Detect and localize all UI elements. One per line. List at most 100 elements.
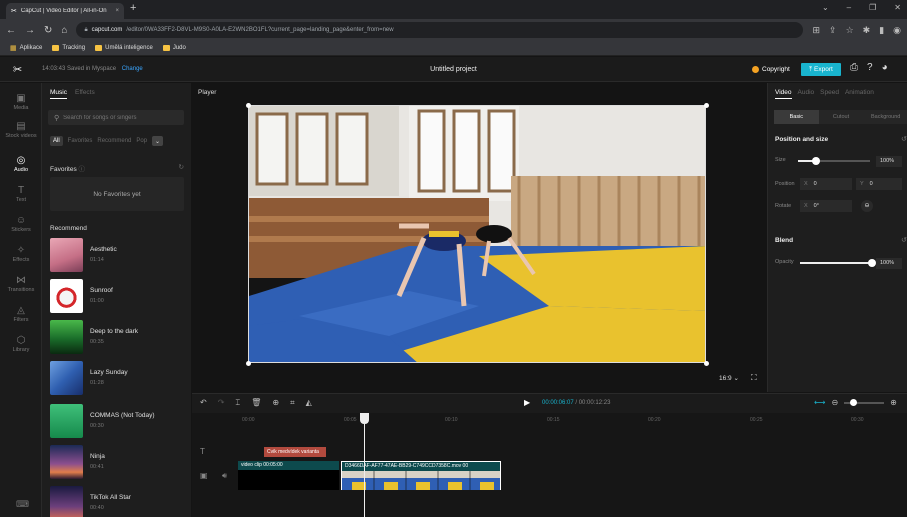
reset-icon[interactable]: ↺	[901, 135, 907, 143]
reset-icon[interactable]: ↺	[901, 236, 907, 244]
resize-handle-br[interactable]	[704, 361, 709, 366]
bookmark-folder-ai[interactable]: Umělá inteligence	[95, 45, 153, 51]
export-button[interactable]: ⤒ Export	[801, 63, 841, 76]
crop-icon[interactable]: ⌗	[290, 398, 295, 408]
keyboard-icon[interactable]: ⌨	[16, 499, 29, 510]
delete-icon[interactable]: 🗑︎	[251, 398, 261, 408]
help-icon[interactable]: ?	[867, 62, 873, 73]
redo-icon[interactable]: ↷	[218, 398, 225, 408]
undo-icon[interactable]: ↶	[200, 398, 207, 408]
video-preview[interactable]	[248, 105, 706, 363]
freeze-icon[interactable]: ⊕	[272, 398, 279, 408]
bookmark-folder-tracking[interactable]: Tracking	[52, 45, 85, 51]
zoom-slider[interactable]	[844, 398, 885, 406]
filter-favorites[interactable]: Favorites	[68, 138, 93, 144]
subtab-background[interactable]: Background	[863, 110, 907, 124]
copyright-button[interactable]: Copyright	[748, 63, 794, 76]
bookmark-apps[interactable]: ▦ Aplikace	[10, 44, 42, 52]
song-item[interactable]: Lazy Sunday 01:28	[50, 361, 184, 395]
song-item[interactable]: TikTok All Star 00:40	[50, 486, 184, 517]
rotate-input[interactable]: X 0°	[800, 200, 852, 212]
reload-icon[interactable]: ↻	[44, 25, 52, 36]
tab-music[interactable]: Music	[50, 89, 67, 99]
music-search-input[interactable]	[63, 114, 174, 121]
rail-stock-videos[interactable]: ▤ Stock videos	[0, 121, 42, 140]
opacity-slider-knob[interactable]	[868, 259, 876, 267]
rail-text[interactable]: T Text	[0, 185, 42, 204]
minimize-icon[interactable]: –	[847, 3, 851, 12]
song-item[interactable]: Deep to the dark 00:35	[50, 320, 184, 354]
rail-media[interactable]: ▣ Media	[0, 93, 42, 112]
rail-transitions[interactable]: ⋈ Transitions	[0, 275, 42, 294]
rotate-dial-icon[interactable]: ⊖	[861, 200, 873, 212]
bookmark-folder-judo[interactable]: Judo	[162, 45, 186, 51]
tab-audio[interactable]: Audio	[798, 89, 815, 99]
playhead-line[interactable]	[364, 413, 365, 517]
star-icon[interactable]: ☆	[846, 25, 854, 36]
change-space-link[interactable]: Change	[122, 66, 143, 72]
refresh-icon[interactable]: ↻	[179, 163, 184, 173]
rail-audio[interactable]: ◎ Audio	[0, 155, 42, 174]
zoom-in-icon[interactable]: ⊕	[890, 398, 897, 407]
user-avatar[interactable]: ◕	[882, 62, 888, 73]
translate-icon[interactable]: ⊞	[812, 25, 820, 36]
close-window-icon[interactable]: ✕	[894, 3, 901, 12]
play-button[interactable]: ▶	[524, 398, 530, 407]
rail-library[interactable]: ⬡ Library	[0, 335, 42, 354]
aspect-ratio-select[interactable]: 16:9 ⌄	[719, 374, 739, 382]
filter-more-chevron-icon[interactable]: ⌄	[152, 136, 164, 146]
size-value[interactable]: 100%	[876, 156, 902, 167]
size-slider[interactable]	[798, 157, 870, 165]
filter-pop[interactable]: Pop	[136, 138, 147, 144]
tab-close-icon[interactable]: ×	[115, 8, 119, 14]
subtab-cutout[interactable]: Cutout	[819, 110, 864, 124]
tab-speed[interactable]: Speed	[820, 89, 839, 99]
filter-all[interactable]: All	[50, 136, 63, 146]
tab-video[interactable]: Video	[775, 89, 792, 99]
browser-tab[interactable]: ✂ CapCut | Video Editor | All-in-On ×	[6, 3, 124, 19]
tab-animation[interactable]: Animation	[845, 89, 874, 99]
snap-icon[interactable]: ⟷	[814, 398, 825, 407]
back-icon[interactable]: ←	[6, 25, 16, 36]
url-field[interactable]: 🔒︎ capcut.com/editor/0WA33FF2-D8VL-M9S0-…	[76, 22, 804, 38]
tab-effects[interactable]: Effects	[75, 89, 95, 99]
song-item[interactable]: Aesthetic 01:14	[50, 238, 184, 272]
rail-filters[interactable]: ◬ Filters	[0, 305, 42, 324]
position-x-input[interactable]: X 0	[800, 178, 852, 190]
video-clip-2[interactable]: D3466DAF-AF77-47AE-BB29-C749CCD7358C.mov…	[341, 461, 501, 490]
print-icon[interactable]: ⎙	[850, 62, 858, 73]
subtab-basic[interactable]: Basic	[774, 110, 819, 124]
song-item[interactable]: Sunroof 01:00	[50, 279, 184, 313]
resize-handle-tl[interactable]	[246, 103, 251, 108]
fullscreen-icon[interactable]: ⛶	[751, 373, 757, 383]
split-icon[interactable]: ⌶	[235, 398, 240, 408]
video-clip-1[interactable]: video clip 00:05:00	[238, 461, 339, 490]
chevron-down-icon[interactable]: ⌄	[822, 3, 829, 12]
zoom-slider-knob[interactable]	[850, 398, 858, 406]
capcut-logo-icon[interactable]: ✂	[13, 63, 22, 76]
maximize-icon[interactable]: ❐	[869, 3, 876, 12]
opacity-value[interactable]: 100%	[876, 258, 902, 269]
extensions-icon[interactable]: ✱	[863, 25, 871, 36]
filter-recommend[interactable]: Recommend	[97, 138, 131, 144]
playhead-handle[interactable]	[360, 413, 369, 424]
text-clip[interactable]: Cvik medvídek varianta	[264, 447, 326, 457]
rail-effects[interactable]: ✧ Effects	[0, 245, 42, 264]
rail-stickers[interactable]: ☺ Stickers	[0, 215, 42, 234]
mute-track-icon[interactable]: 🔊︎	[222, 471, 227, 481]
forward-icon[interactable]: →	[25, 25, 35, 36]
position-y-input[interactable]: Y 0	[856, 178, 902, 190]
flip-icon[interactable]: ◭	[306, 398, 312, 408]
zoom-out-icon[interactable]: ⊖	[831, 398, 838, 407]
song-item[interactable]: COMMAS (Not Today) 00:30	[50, 404, 184, 438]
timeline[interactable]: 00:00 00:05 00:10 00:15 00:20 00:25 00:3…	[192, 413, 907, 517]
profile-icon[interactable]: ◉	[893, 25, 901, 36]
share-icon[interactable]: ⇪	[829, 25, 837, 36]
resize-handle-bl[interactable]	[246, 361, 251, 366]
home-icon[interactable]: ⌂	[61, 25, 67, 36]
size-slider-knob[interactable]	[812, 157, 820, 165]
resize-handle-tr[interactable]	[704, 103, 709, 108]
new-tab-button[interactable]: +	[130, 2, 136, 14]
song-item[interactable]: Ninja 00:41	[50, 445, 184, 479]
sidepanel-icon[interactable]: ▮	[879, 25, 884, 36]
